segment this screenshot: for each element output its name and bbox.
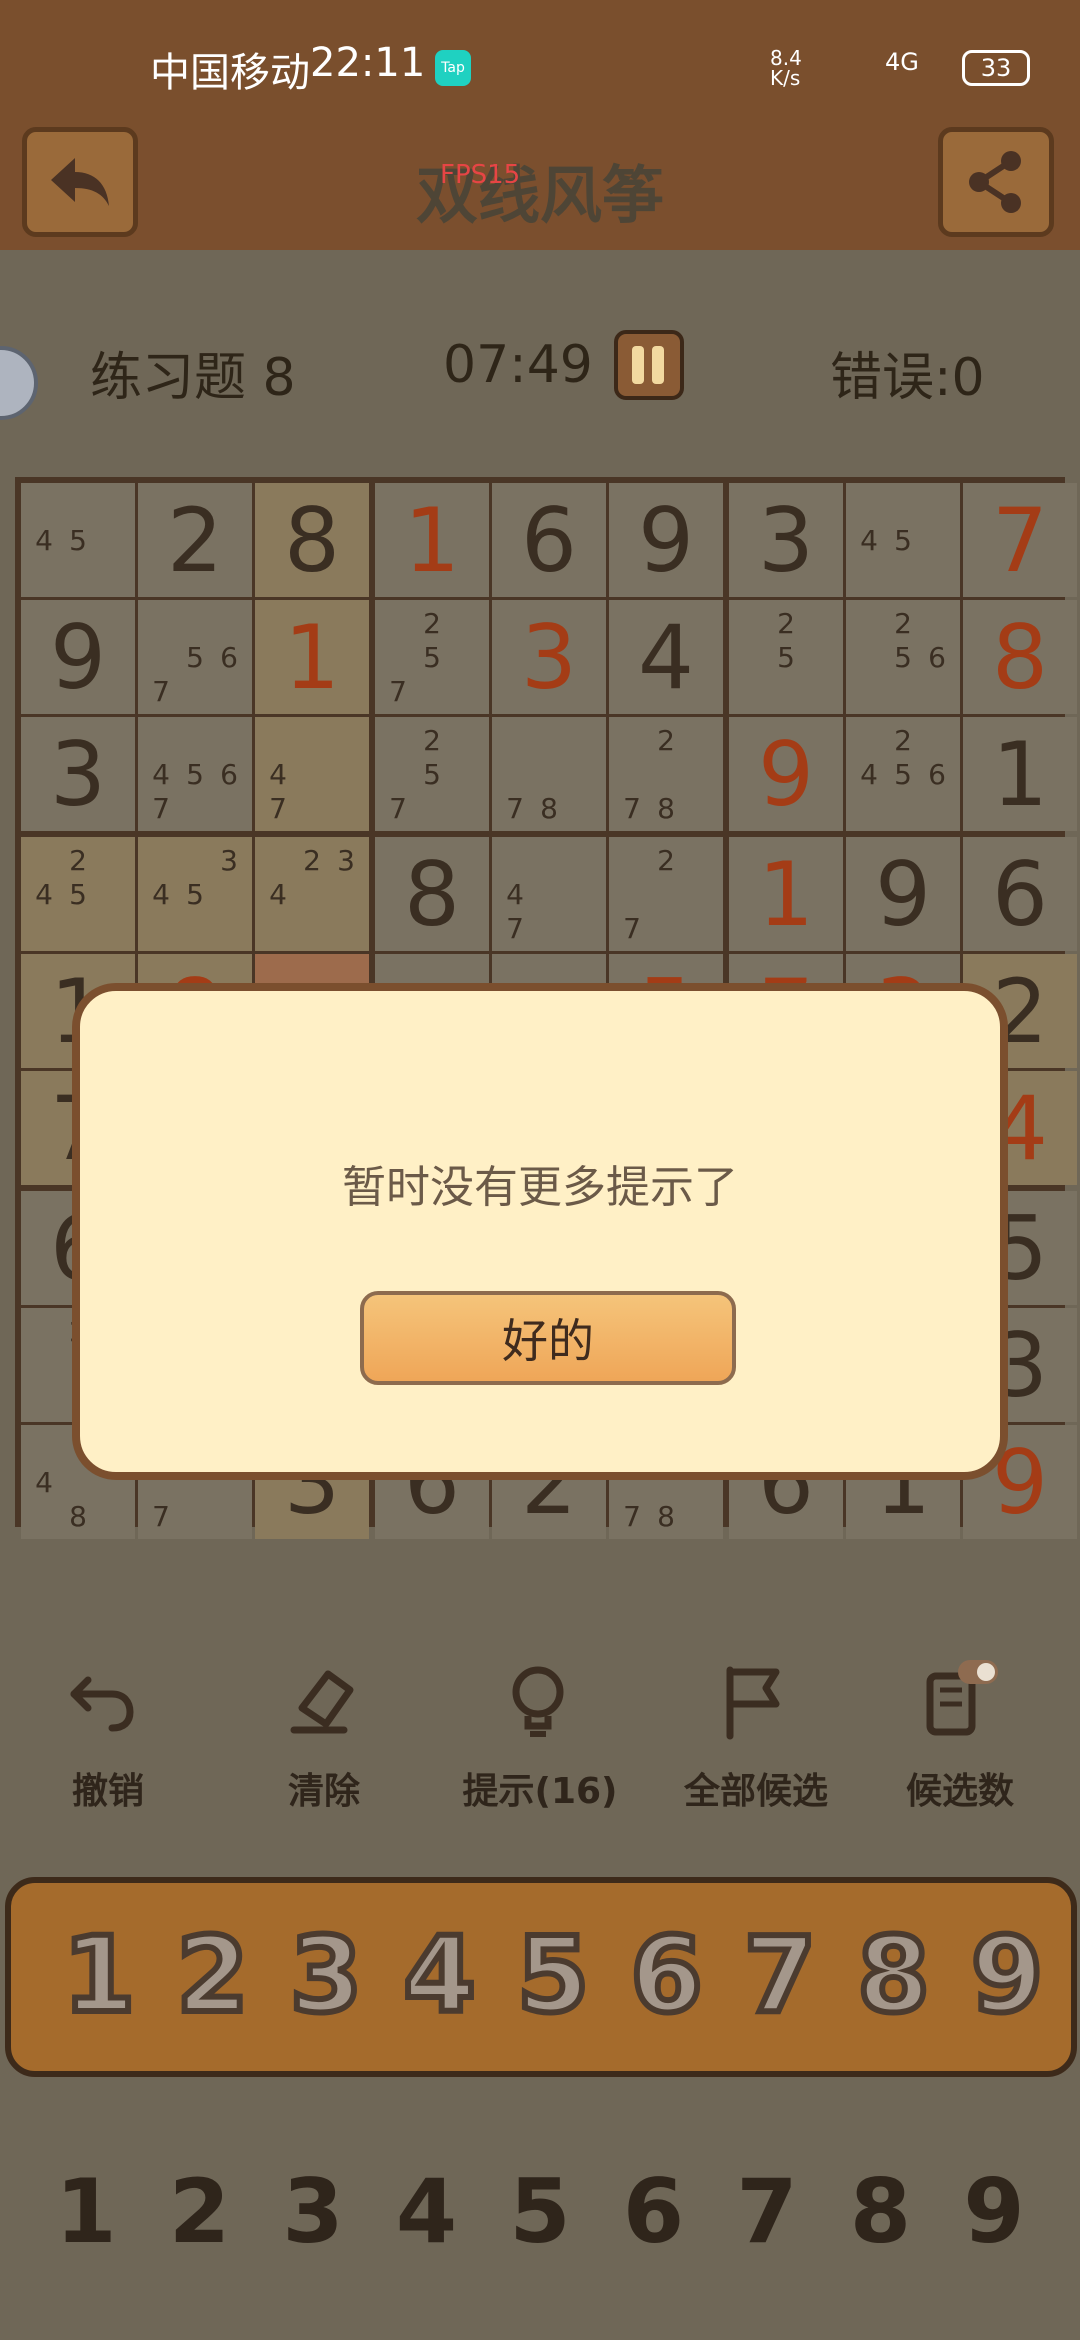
dialog-message: 暂时没有更多提示了 (342, 1162, 738, 1213)
ok-button[interactable]: 好的 (360, 1291, 736, 1385)
hint-dialog: 暂时没有更多提示了 好的 (72, 983, 1008, 1480)
